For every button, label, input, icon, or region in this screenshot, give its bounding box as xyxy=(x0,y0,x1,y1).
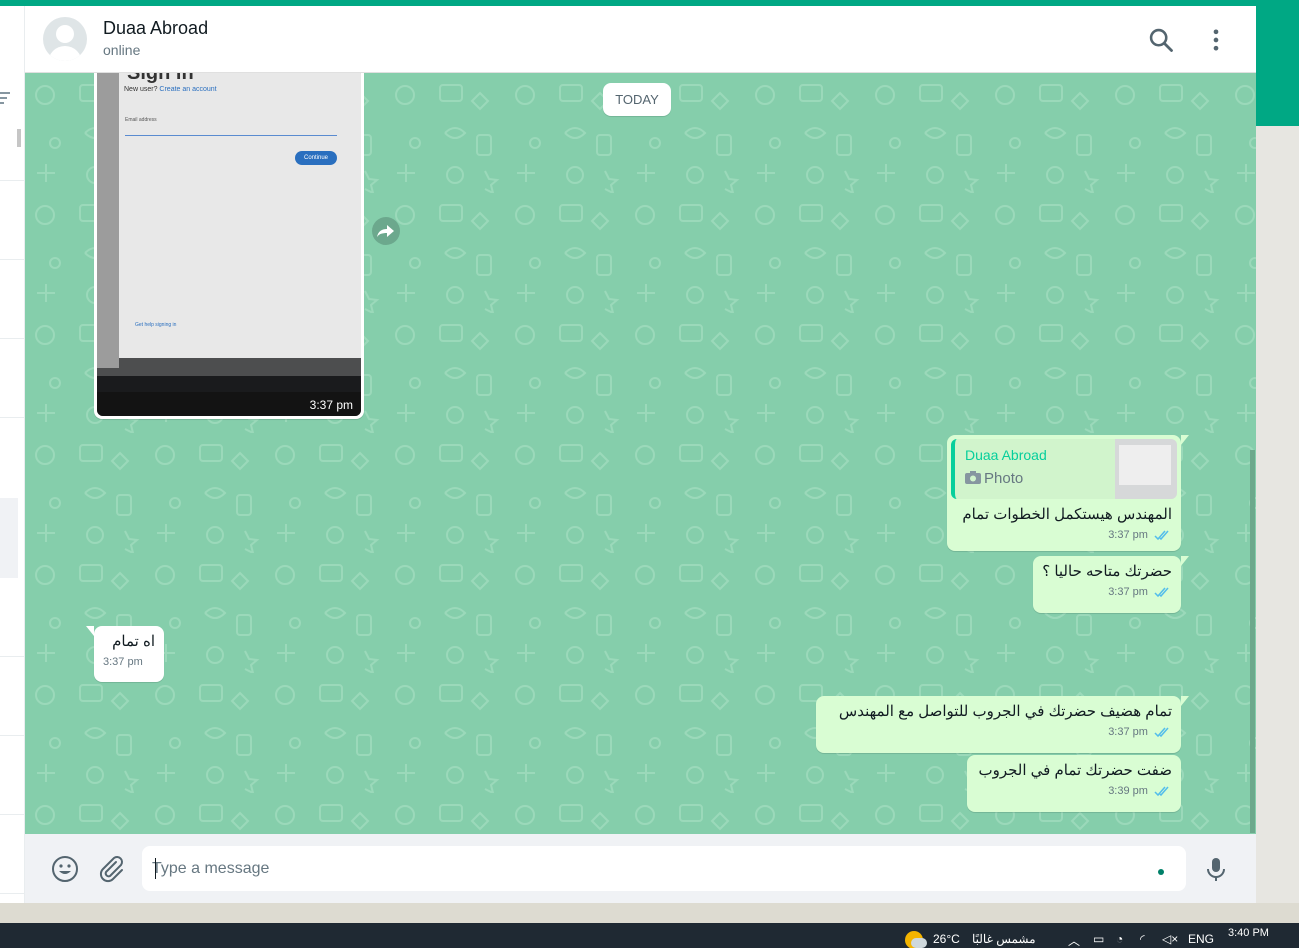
forward-icon[interactable] xyxy=(372,217,400,245)
weather-icon[interactable] xyxy=(905,931,927,948)
background-accent-panel xyxy=(1256,0,1299,126)
window-bottom-margin xyxy=(0,903,1299,923)
chat-list-scrollbar[interactable] xyxy=(17,129,21,147)
camera-icon xyxy=(965,471,981,484)
chat-list-panel xyxy=(0,6,25,903)
message-time: 3:37 pm xyxy=(1108,586,1148,598)
message-meta: 3:37 pm xyxy=(103,656,155,674)
message-time: 3:39 pm xyxy=(1108,785,1148,797)
photo-email-field xyxy=(125,124,337,136)
filter-icon[interactable] xyxy=(0,92,10,106)
message-time: 3:37 pm xyxy=(1108,726,1148,738)
photo-text-new-user: New user? Create an account xyxy=(124,86,217,93)
message-text: اه تمام xyxy=(112,633,155,650)
chat-list-item-selected[interactable] xyxy=(0,498,18,578)
photo-text-title: Sign in xyxy=(127,73,194,84)
more-vertical-icon[interactable] xyxy=(1202,26,1230,54)
chat-list-divider xyxy=(0,259,24,260)
chevron-up-icon[interactable]: ︿ xyxy=(1068,932,1080,948)
chat-list-divider xyxy=(0,656,24,657)
outgoing-message[interactable]: حضرتك متاحه حاليا ؟ 3:37 pm xyxy=(1033,556,1189,613)
outgoing-message[interactable]: تمام هضيف حضرتك في الجروب للتواصل مع الم… xyxy=(816,696,1189,753)
message-text: تمام هضيف حضرتك في الجروب للتواصل مع الم… xyxy=(838,703,1172,720)
photo-taskbar xyxy=(97,376,361,392)
language-indicator[interactable]: ENG xyxy=(1188,932,1214,946)
outgoing-message[interactable]: ضفت حضرتك تمام في الجروب 3:39 pm xyxy=(967,755,1181,812)
message-list[interactable]: TODAY Sign in New user? Create an accoun… xyxy=(25,73,1256,834)
quoted-photo-thumbnail xyxy=(1115,439,1177,499)
quoted-sender-name: Duaa Abroad xyxy=(965,447,1047,463)
photo-help-link: Get help signing in xyxy=(135,322,177,328)
message-text: المهندس هيستكمل الخطوات تمام xyxy=(962,506,1172,523)
contact-name[interactable]: Duaa Abroad xyxy=(103,18,208,39)
message-time: 3:37 pm xyxy=(103,656,143,668)
message-meta: 3:37 pm xyxy=(1042,586,1172,604)
message-photo[interactable]: Sign in New user? Create an account Emai… xyxy=(97,73,361,416)
image-message[interactable]: Sign in New user? Create an account Emai… xyxy=(94,73,364,419)
photo-text-email-label: Email address xyxy=(125,117,157,123)
read-ticks-icon xyxy=(1154,587,1169,598)
quoted-message[interactable]: Duaa Abroad Photo xyxy=(951,439,1177,499)
message-text: حضرتك متاحه حاليا ؟ xyxy=(1042,563,1172,580)
message-composer xyxy=(25,834,1256,903)
message-input[interactable] xyxy=(152,846,1132,891)
text-cursor xyxy=(155,858,156,879)
read-ticks-icon xyxy=(1154,530,1169,541)
weather-temperature[interactable]: 26°C xyxy=(933,932,960,946)
chat-list-divider xyxy=(0,338,24,339)
chat-list-divider xyxy=(0,417,24,418)
conversation-header[interactable]: Duaa Abroad online xyxy=(25,6,1256,73)
message-time: 3:37 pm xyxy=(309,398,353,412)
grammar-indicator-icon[interactable] xyxy=(1158,869,1164,875)
photo-continue-button: Continue xyxy=(295,151,337,165)
avatar-placeholder-icon[interactable] xyxy=(43,17,87,61)
message-meta: 3:37 pm xyxy=(825,726,1172,744)
chat-list-divider xyxy=(0,180,24,181)
message-meta: 3:39 pm xyxy=(976,785,1172,803)
photo-edge xyxy=(97,73,119,368)
battery-icon[interactable]: ▭ xyxy=(1093,932,1104,946)
chat-list-divider xyxy=(0,893,24,894)
emoji-icon[interactable] xyxy=(50,854,80,884)
chat-list-divider xyxy=(0,814,24,815)
read-ticks-icon xyxy=(1154,786,1169,797)
read-ticks-icon xyxy=(1154,727,1169,738)
message-text: ضفت حضرتك تمام في الجروب xyxy=(978,762,1172,779)
contact-status: online xyxy=(103,42,141,58)
background-panel xyxy=(1256,126,1299,903)
os-taskbar: 26°C مشمس غالبًا ︿ ▭ ◔ ◜ ◁× ENG 3:40 PM xyxy=(0,923,1299,948)
search-icon[interactable] xyxy=(1147,26,1175,54)
photo-screen-content: Sign in New user? Create an account Emai… xyxy=(119,73,361,358)
message-list-scrollbar[interactable] xyxy=(1250,450,1255,833)
incoming-message[interactable]: اه تمام 3:37 pm xyxy=(86,626,164,682)
date-divider: TODAY xyxy=(603,83,671,116)
message-time: 3:37 pm xyxy=(1108,529,1148,541)
speaker-muted-icon[interactable]: ◁× xyxy=(1162,932,1178,946)
microphone-icon[interactable] xyxy=(1201,854,1231,884)
conversation-panel: Duaa Abroad online TODAY Sign in New use… xyxy=(25,6,1256,903)
message-input-box[interactable] xyxy=(142,846,1186,891)
taskbar-clock[interactable]: 3:40 PM xyxy=(1228,927,1269,939)
network-icon[interactable]: ◔ xyxy=(1116,932,1123,946)
attach-icon[interactable] xyxy=(96,854,126,884)
message-meta: 3:37 pm xyxy=(951,529,1177,547)
weather-description[interactable]: مشمس غالبًا xyxy=(972,932,1036,946)
chat-list-divider xyxy=(0,735,24,736)
wifi-icon[interactable]: ◜ xyxy=(1140,932,1145,946)
outgoing-message-reply[interactable]: Duaa Abroad Photo المهندس هيستكمل الخطوا… xyxy=(947,435,1189,551)
quoted-message-type: Photo xyxy=(965,470,1023,487)
